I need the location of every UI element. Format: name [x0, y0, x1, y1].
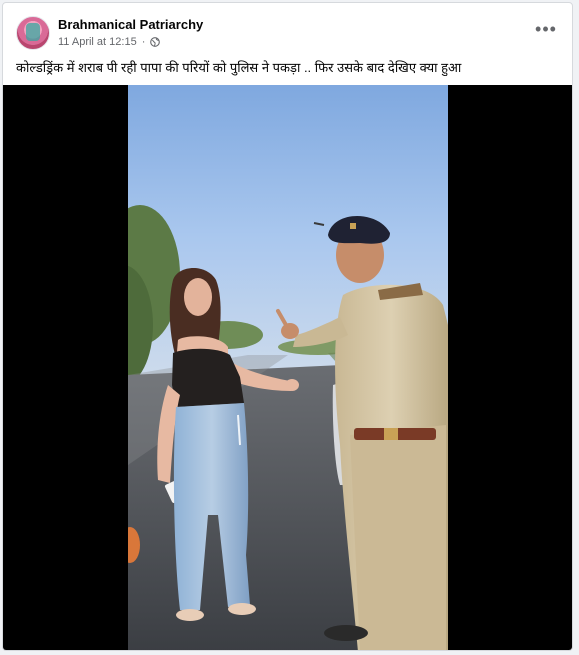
meta-separator: · — [141, 36, 146, 48]
video-frame — [128, 85, 448, 650]
avatar-figure — [26, 23, 40, 41]
video-still-image — [128, 85, 448, 650]
post-header: Brahmanical Patriarchy 11 April at 12:15… — [3, 3, 572, 59]
video-player[interactable] — [3, 85, 572, 650]
post-timestamp[interactable]: 11 April at 12:15 — [58, 36, 137, 48]
globe-icon[interactable] — [150, 37, 161, 47]
more-options-button[interactable]: ••• — [534, 19, 558, 39]
post-meta: 11 April at 12:15 · — [58, 36, 161, 48]
page-avatar[interactable] — [16, 16, 50, 50]
more-horizontal-icon: ••• — [535, 19, 557, 39]
page-name-link[interactable]: Brahmanical Patriarchy — [58, 17, 203, 32]
post-caption: कोल्डड्रिंक में शराब पी रही पापा की परिय… — [16, 60, 462, 75]
post-card: Brahmanical Patriarchy 11 April at 12:15… — [2, 2, 573, 651]
